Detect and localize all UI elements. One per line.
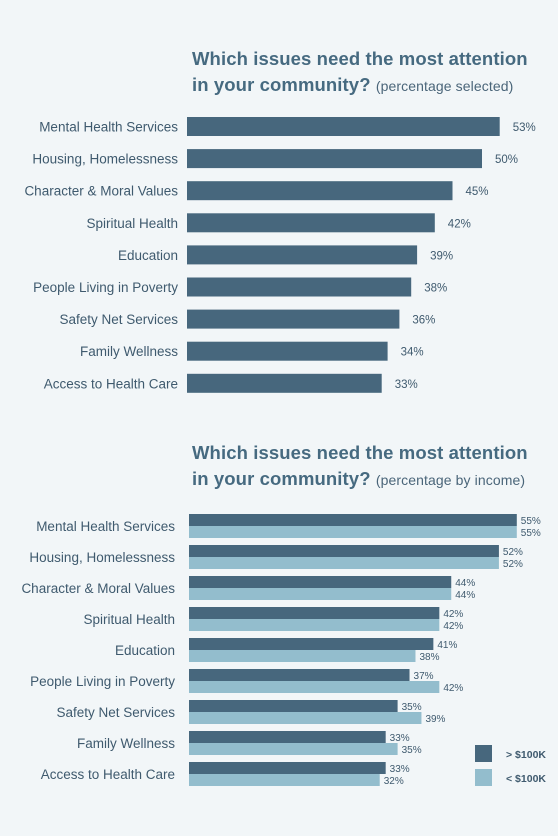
value-label: 38% [419,652,439,663]
category-label: Character & Moral Values [21,581,175,596]
value-label: 33% [390,733,410,744]
category-label: People Living in Poverty [33,280,178,295]
bar-over-100k [189,731,386,743]
bar [187,245,418,265]
bar-under-100k [189,743,398,755]
value-label: 38% [424,283,447,295]
value-label: 52% [503,547,523,558]
value-label: 36% [412,315,435,327]
bar [187,341,388,361]
value-label: 44% [455,590,475,601]
value-label: 33% [395,379,418,391]
value-label: 35% [402,745,422,756]
legend-label-under-100k: < $100K [506,773,546,785]
bar [187,149,482,169]
value-label: 53% [513,122,536,134]
bar-under-100k [189,712,422,724]
category-label: Housing, Homelessness [29,550,175,565]
category-label: Education [118,248,178,263]
legend-swatch-over-100k [475,745,492,762]
bar [187,181,453,201]
category-label: Access to Health Care [41,767,175,782]
bar [187,117,500,136]
category-label: Housing, Homelessness [32,152,178,167]
bar [187,309,400,329]
bar-under-100k [189,588,452,600]
value-label: 45% [466,186,489,198]
value-label: 44% [455,578,475,589]
value-label: 42% [443,683,463,694]
bar-over-100k [189,700,398,712]
value-label: 32% [384,776,404,787]
legend-swatch-under-100k [475,769,492,786]
category-label: Safety Net Services [59,312,178,327]
value-label: 35% [402,702,422,713]
category-label: People Living in Poverty [30,674,175,689]
value-label: 50% [495,154,518,166]
bar-over-100k [189,638,434,650]
bar-under-100k [189,557,499,569]
value-label: 42% [443,609,463,620]
value-label: 33% [390,764,410,775]
charts-canvas: Mental Health Services 53% Housing, Homele… [21,117,546,787]
value-label: 39% [430,250,453,262]
bar [187,213,435,233]
value-label: 34% [401,347,424,359]
category-label: Mental Health Services [36,519,175,534]
value-label: 55% [521,528,541,539]
category-label: Safety Net Services [56,705,175,720]
value-label: 55% [521,516,541,527]
category-label: Family Wellness [80,344,178,359]
category-label: Family Wellness [77,736,175,751]
category-label: Mental Health Services [39,120,178,135]
value-label: 41% [437,640,457,651]
legend-label-over-100k: > $100K [506,749,546,761]
bar-over-100k [189,514,517,526]
bar-over-100k [189,669,410,681]
bar-under-100k [189,526,517,538]
value-label: 52% [503,559,523,570]
bar-over-100k [189,576,452,588]
category-label: Spiritual Health [83,612,175,627]
category-label: Education [115,643,175,658]
bar-over-100k [189,762,386,774]
value-label: 37% [414,671,434,682]
category-label: Character & Moral Values [24,184,178,199]
bar [187,373,382,393]
bar-over-100k [189,545,499,557]
value-label: 42% [448,218,471,230]
bar-under-100k [189,681,440,693]
bar-over-100k [189,607,440,619]
value-label: 42% [443,621,463,632]
category-label: Access to Health Care [44,376,178,391]
value-label: 39% [425,714,445,725]
bar-under-100k [189,774,380,786]
bar-under-100k [189,650,416,662]
category-label: Spiritual Health [86,216,178,231]
bar [187,277,412,297]
bar-under-100k [189,619,440,631]
